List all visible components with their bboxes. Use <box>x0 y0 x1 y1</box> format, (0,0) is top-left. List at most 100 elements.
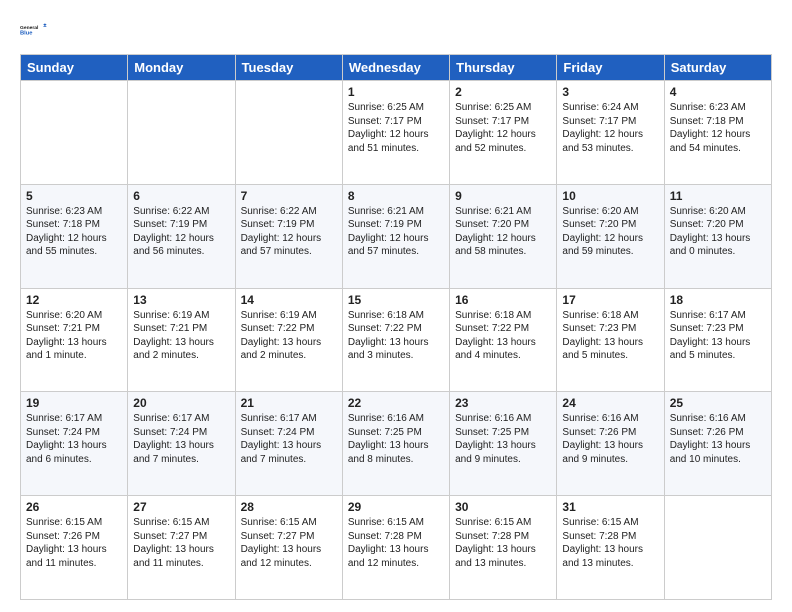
logo: General Blue <box>20 16 48 44</box>
day-number: 2 <box>455 85 551 99</box>
day-info: Sunrise: 6:19 AMSunset: 7:22 PMDaylight:… <box>241 309 337 363</box>
day-info: Sunrise: 6:25 AMSunset: 7:17 PMDaylight:… <box>455 101 551 155</box>
day-info: Sunrise: 6:22 AMSunset: 7:19 PMDaylight:… <box>133 205 229 259</box>
day-cell <box>128 81 235 185</box>
day-cell: 15Sunrise: 6:18 AMSunset: 7:22 PMDayligh… <box>342 288 449 392</box>
day-info: Sunrise: 6:17 AMSunset: 7:24 PMDaylight:… <box>133 412 229 466</box>
day-cell: 6 Sunrise: 6:22 AMSunset: 7:19 PMDaylight… <box>128 184 235 288</box>
weekday-header-saturday: Saturday <box>664 55 771 81</box>
weekday-header-thursday: Thursday <box>450 55 557 81</box>
day-cell: 9Sunrise: 6:21 AMSunset: 7:20 PMDaylight… <box>450 184 557 288</box>
day-cell: 17Sunrise: 6:18 AMSunset: 7:23 PMDayligh… <box>557 288 664 392</box>
day-info: Sunrise: 6:20 AMSunset: 7:21 PMDaylight:… <box>26 309 122 363</box>
day-number: 26 <box>26 500 122 514</box>
day-number: 1 <box>348 85 444 99</box>
day-cell: 26 Sunrise: 6:15 AMSunset: 7:26 PMDayligh… <box>21 496 128 600</box>
day-cell: 30 Sunrise: 6:15 AMSunset: 7:28 PMDayligh… <box>450 496 557 600</box>
week-row-2: 5Sunrise: 6:23 AMSunset: 7:18 PMDaylight… <box>21 184 772 288</box>
day-cell: 22 Sunrise: 6:16 AMSunset: 7:25 PMDayligh… <box>342 392 449 496</box>
day-cell: 16 Sunrise: 6:18 AMSunset: 7:22 PMDayligh… <box>450 288 557 392</box>
day-info: Sunrise: 6:16 AMSunset: 7:25 PMDaylight:… <box>348 412 444 466</box>
day-info: Sunrise: 6:19 AMSunset: 7:21 PMDaylight:… <box>133 309 229 363</box>
day-cell: 5Sunrise: 6:23 AMSunset: 7:18 PMDaylight… <box>21 184 128 288</box>
day-cell: 10 Sunrise: 6:20 AMSunset: 7:20 PMDayligh… <box>557 184 664 288</box>
day-cell: 8Sunrise: 6:21 AMSunset: 7:19 PMDaylight… <box>342 184 449 288</box>
week-row-3: 12Sunrise: 6:20 AMSunset: 7:21 PMDayligh… <box>21 288 772 392</box>
day-number: 11 <box>670 189 766 203</box>
svg-text:Blue: Blue <box>20 31 32 37</box>
day-cell: 27 Sunrise: 6:15 AMSunset: 7:27 PMDayligh… <box>128 496 235 600</box>
day-cell: 24 Sunrise: 6:16 AMSunset: 7:26 PMDayligh… <box>557 392 664 496</box>
day-number: 8 <box>348 189 444 203</box>
day-number: 14 <box>241 293 337 307</box>
day-info: Sunrise: 6:23 AMSunset: 7:18 PMDaylight:… <box>26 205 122 259</box>
day-number: 3 <box>562 85 658 99</box>
day-cell: 18 Sunrise: 6:17 AMSunset: 7:23 PMDayligh… <box>664 288 771 392</box>
day-cell: 12Sunrise: 6:20 AMSunset: 7:21 PMDayligh… <box>21 288 128 392</box>
day-number: 22 <box>348 396 444 410</box>
day-info: Sunrise: 6:24 AMSunset: 7:17 PMDaylight:… <box>562 101 658 155</box>
day-cell: 14 Sunrise: 6:19 AMSunset: 7:22 PMDayligh… <box>235 288 342 392</box>
week-row-5: 26 Sunrise: 6:15 AMSunset: 7:26 PMDayligh… <box>21 496 772 600</box>
day-number: 13 <box>133 293 229 307</box>
day-cell: 29 Sunrise: 6:15 AMSunset: 7:28 PMDayligh… <box>342 496 449 600</box>
day-info: Sunrise: 6:20 AMSunset: 7:20 PMDaylight:… <box>562 205 658 259</box>
week-row-4: 19 Sunrise: 6:17 AMSunset: 7:24 PMDayligh… <box>21 392 772 496</box>
day-cell: 7 Sunrise: 6:22 AMSunset: 7:19 PMDaylight… <box>235 184 342 288</box>
weekday-header-row: SundayMondayTuesdayWednesdayThursdayFrid… <box>21 55 772 81</box>
day-info: Sunrise: 6:17 AMSunset: 7:24 PMDaylight:… <box>241 412 337 466</box>
day-info: Sunrise: 6:23 AMSunset: 7:18 PMDaylight:… <box>670 101 766 155</box>
day-cell: 25 Sunrise: 6:16 AMSunset: 7:26 PMDayligh… <box>664 392 771 496</box>
day-cell: 4Sunrise: 6:23 AMSunset: 7:18 PMDaylight… <box>664 81 771 185</box>
day-cell: 28 Sunrise: 6:15 AMSunset: 7:27 PMDayligh… <box>235 496 342 600</box>
day-info: Sunrise: 6:17 AMSunset: 7:23 PMDaylight:… <box>670 309 766 363</box>
day-number: 10 <box>562 189 658 203</box>
day-number: 6 <box>133 189 229 203</box>
day-cell: 3 Sunrise: 6:24 AMSunset: 7:17 PMDaylight… <box>557 81 664 185</box>
calendar-table: SundayMondayTuesdayWednesdayThursdayFrid… <box>20 54 772 600</box>
day-info: Sunrise: 6:16 AMSunset: 7:26 PMDaylight:… <box>670 412 766 466</box>
day-info: Sunrise: 6:15 AMSunset: 7:27 PMDaylight:… <box>241 516 337 570</box>
day-number: 27 <box>133 500 229 514</box>
weekday-header-friday: Friday <box>557 55 664 81</box>
day-info: Sunrise: 6:17 AMSunset: 7:24 PMDaylight:… <box>26 412 122 466</box>
day-number: 28 <box>241 500 337 514</box>
day-cell <box>664 496 771 600</box>
day-info: Sunrise: 6:16 AMSunset: 7:25 PMDaylight:… <box>455 412 551 466</box>
weekday-header-monday: Monday <box>128 55 235 81</box>
day-cell: 2 Sunrise: 6:25 AMSunset: 7:17 PMDaylight… <box>450 81 557 185</box>
day-number: 30 <box>455 500 551 514</box>
day-info: Sunrise: 6:25 AMSunset: 7:17 PMDaylight:… <box>348 101 444 155</box>
day-info: Sunrise: 6:18 AMSunset: 7:22 PMDaylight:… <box>348 309 444 363</box>
day-number: 25 <box>670 396 766 410</box>
day-info: Sunrise: 6:18 AMSunset: 7:23 PMDaylight:… <box>562 309 658 363</box>
day-number: 7 <box>241 189 337 203</box>
day-cell <box>21 81 128 185</box>
day-info: Sunrise: 6:15 AMSunset: 7:27 PMDaylight:… <box>133 516 229 570</box>
logo-icon: General Blue <box>20 16 48 44</box>
day-number: 29 <box>348 500 444 514</box>
day-info: Sunrise: 6:18 AMSunset: 7:22 PMDaylight:… <box>455 309 551 363</box>
day-number: 18 <box>670 293 766 307</box>
day-info: Sunrise: 6:15 AMSunset: 7:28 PMDaylight:… <box>562 516 658 570</box>
day-number: 16 <box>455 293 551 307</box>
day-info: Sunrise: 6:15 AMSunset: 7:28 PMDaylight:… <box>455 516 551 570</box>
day-cell: 23 Sunrise: 6:16 AMSunset: 7:25 PMDayligh… <box>450 392 557 496</box>
day-number: 19 <box>26 396 122 410</box>
day-info: Sunrise: 6:16 AMSunset: 7:26 PMDaylight:… <box>562 412 658 466</box>
day-number: 20 <box>133 396 229 410</box>
day-cell: 13 Sunrise: 6:19 AMSunset: 7:21 PMDayligh… <box>128 288 235 392</box>
day-cell <box>235 81 342 185</box>
header: General Blue <box>20 16 772 44</box>
day-number: 24 <box>562 396 658 410</box>
svg-text:General: General <box>20 25 39 31</box>
weekday-header-wednesday: Wednesday <box>342 55 449 81</box>
day-cell: 1 Sunrise: 6:25 AMSunset: 7:17 PMDaylight… <box>342 81 449 185</box>
week-row-1: 1 Sunrise: 6:25 AMSunset: 7:17 PMDaylight… <box>21 81 772 185</box>
day-info: Sunrise: 6:15 AMSunset: 7:26 PMDaylight:… <box>26 516 122 570</box>
day-info: Sunrise: 6:20 AMSunset: 7:20 PMDaylight:… <box>670 205 766 259</box>
day-info: Sunrise: 6:15 AMSunset: 7:28 PMDaylight:… <box>348 516 444 570</box>
day-info: Sunrise: 6:22 AMSunset: 7:19 PMDaylight:… <box>241 205 337 259</box>
day-cell: 21Sunrise: 6:17 AMSunset: 7:24 PMDayligh… <box>235 392 342 496</box>
day-number: 23 <box>455 396 551 410</box>
